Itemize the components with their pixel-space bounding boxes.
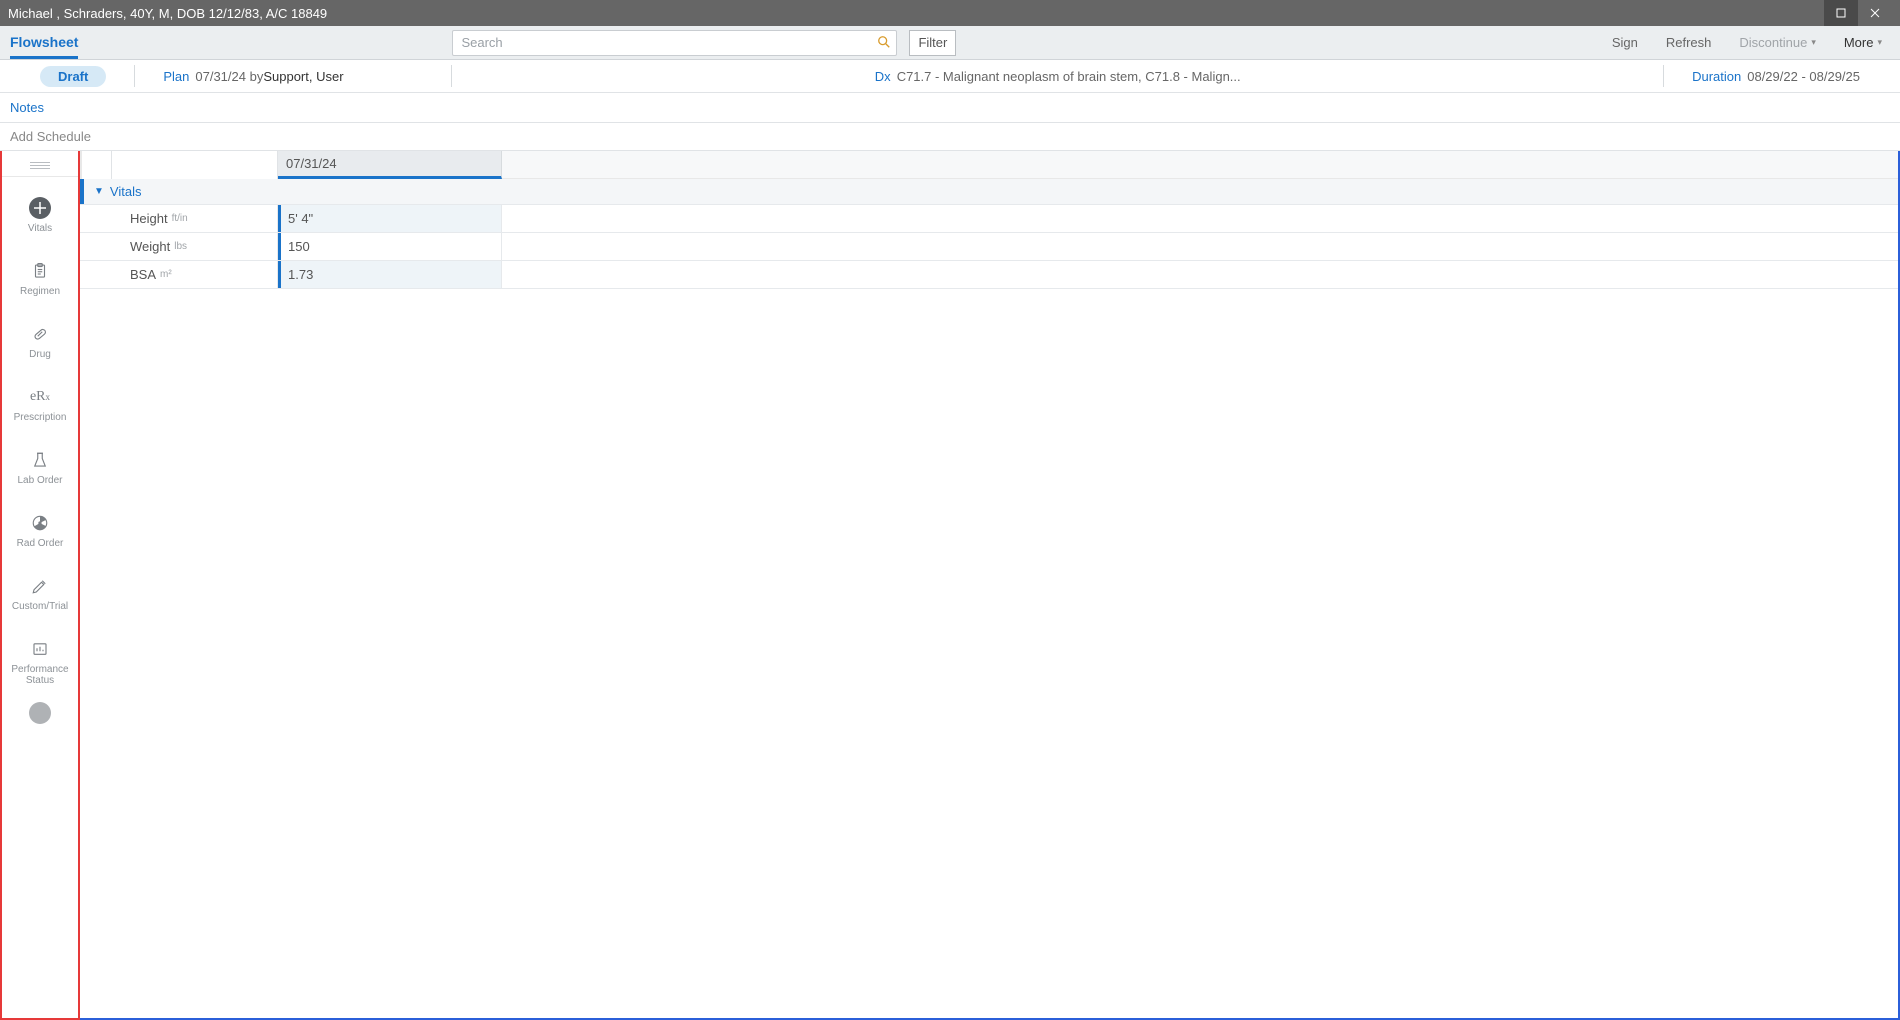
table-row: Weight lbs 150 <box>80 233 1898 261</box>
search-input[interactable] <box>452 30 897 56</box>
row-unit: m² <box>160 269 172 280</box>
notes-link[interactable]: Notes <box>10 100 44 115</box>
row-unit: lbs <box>174 241 187 252</box>
erx-icon: eRx <box>29 386 51 408</box>
plan-label: Plan <box>163 69 189 84</box>
chevron-down-icon: ▼ <box>94 186 104 197</box>
notes-bar[interactable]: Notes <box>0 93 1900 123</box>
status-badge-draft: Draft <box>40 66 106 87</box>
row-value: 1.73 <box>288 267 313 282</box>
edit-icon <box>29 575 51 597</box>
close-icon <box>1870 8 1880 18</box>
date-header-row: 07/31/24 <box>80 151 1898 179</box>
divider <box>134 65 135 87</box>
pill-icon <box>29 323 51 345</box>
divider <box>451 65 452 87</box>
row-name: Weight <box>130 239 170 254</box>
sidebar-item-vitals[interactable]: Vitals <box>2 187 78 250</box>
dx-label: Dx <box>875 69 891 84</box>
window-maximize-button[interactable] <box>1824 0 1858 26</box>
sidebar-item-label: Vitals <box>28 223 52 234</box>
sidebar-item-label: Prescription <box>14 412 67 423</box>
toolbar: Flowsheet Filter Sign Refresh Discontinu… <box>0 26 1900 60</box>
plan-date: 07/31/24 by <box>195 69 263 84</box>
dx-value: C71.7 - Malignant neoplasm of brain stem… <box>897 69 1241 84</box>
duration-label: Duration <box>1692 69 1741 84</box>
discontinue-label: Discontinue <box>1739 35 1807 50</box>
vitals-rows: Height ft/in 5' 4" Weight lbs 150 <box>80 205 1898 289</box>
sidebar-item-label: Drug <box>29 349 51 360</box>
duration-value: 08/29/22 - 08/29/25 <box>1747 69 1860 84</box>
flowsheet-grid: 07/31/24 ▼ Vitals Height ft/in 5' 4" <box>80 151 1900 1020</box>
section-title: Vitals <box>110 184 142 199</box>
vitals-icon <box>29 197 51 219</box>
sidebar-item-label: Lab Order <box>17 475 62 486</box>
window-titlebar: Michael , Schraders, 40Y, M, DOB 12/12/8… <box>0 0 1900 26</box>
sidebar-item-drug[interactable]: Drug <box>2 313 78 376</box>
table-row: BSA m² 1.73 <box>80 261 1898 289</box>
sign-button[interactable]: Sign <box>1604 31 1646 54</box>
filter-button[interactable]: Filter <box>909 30 956 56</box>
row-unit: ft/in <box>172 213 188 224</box>
chevron-down-icon: ▾ <box>1811 37 1816 48</box>
window-close-button[interactable] <box>1858 0 1892 26</box>
plan-author: Support, User <box>263 69 343 84</box>
sidebar-toggle[interactable] <box>2 155 78 177</box>
discontinue-button[interactable]: Discontinue ▾ <box>1731 31 1823 54</box>
chevron-down-icon: ▾ <box>1877 37 1882 48</box>
row-label-cell: BSA m² <box>114 261 278 288</box>
table-row: Height ft/in 5' 4" <box>80 205 1898 233</box>
maximize-icon <box>1836 8 1846 18</box>
sidebar-item-regimen[interactable]: Regimen <box>2 250 78 313</box>
sidebar-item-label: Regimen <box>20 286 60 297</box>
more-button[interactable]: More ▾ <box>1836 31 1890 54</box>
row-value-cell[interactable]: 1.73 <box>278 261 502 288</box>
info-strip: Draft Plan 07/31/24 by Support, User Dx … <box>0 60 1900 93</box>
row-value: 5' 4" <box>288 211 313 226</box>
chart-icon <box>29 638 51 660</box>
sidebar-item-label: Custom/Trial <box>12 601 68 612</box>
sidebar: Vitals Regimen Drug eRx Prescription Lab… <box>0 151 80 1020</box>
row-label-cell: Height ft/in <box>114 205 278 232</box>
sidebar-item-performance-status[interactable]: Performance Status <box>2 628 78 702</box>
search-field-wrap <box>452 30 897 56</box>
section-header-vitals[interactable]: ▼ Vitals <box>80 179 1898 205</box>
row-name: BSA <box>130 267 156 282</box>
sidebar-item-label: Rad Order <box>17 538 64 549</box>
sidebar-item-label: Performance Status <box>6 664 74 686</box>
flask-icon <box>29 449 51 471</box>
sidebar-item-lab-order[interactable]: Lab Order <box>2 439 78 502</box>
search-icon[interactable] <box>877 35 891 52</box>
radiation-icon <box>29 512 51 534</box>
row-value-cell[interactable]: 5' 4" <box>278 205 502 232</box>
row-value-cell[interactable]: 150 <box>278 233 502 260</box>
add-schedule-label: Add Schedule <box>10 129 91 144</box>
sidebar-item-rad-order[interactable]: Rad Order <box>2 502 78 565</box>
clipboard-icon <box>29 260 51 282</box>
add-schedule-bar[interactable]: Add Schedule <box>0 123 1900 151</box>
tab-flowsheet[interactable]: Flowsheet <box>10 34 78 59</box>
refresh-button[interactable]: Refresh <box>1658 31 1720 54</box>
sidebar-item-custom-trial[interactable]: Custom/Trial <box>2 565 78 628</box>
sidebar-item-more[interactable] <box>2 702 78 724</box>
divider <box>1663 65 1664 87</box>
more-label: More <box>1844 35 1874 50</box>
row-label-cell: Weight lbs <box>114 233 278 260</box>
row-name: Height <box>130 211 168 226</box>
more-icon <box>29 702 51 724</box>
date-column-header[interactable]: 07/31/24 <box>278 151 502 179</box>
window-title: Michael , Schraders, 40Y, M, DOB 12/12/8… <box>8 6 1824 21</box>
row-value: 150 <box>288 239 310 254</box>
sidebar-item-prescription[interactable]: eRx Prescription <box>2 376 78 439</box>
